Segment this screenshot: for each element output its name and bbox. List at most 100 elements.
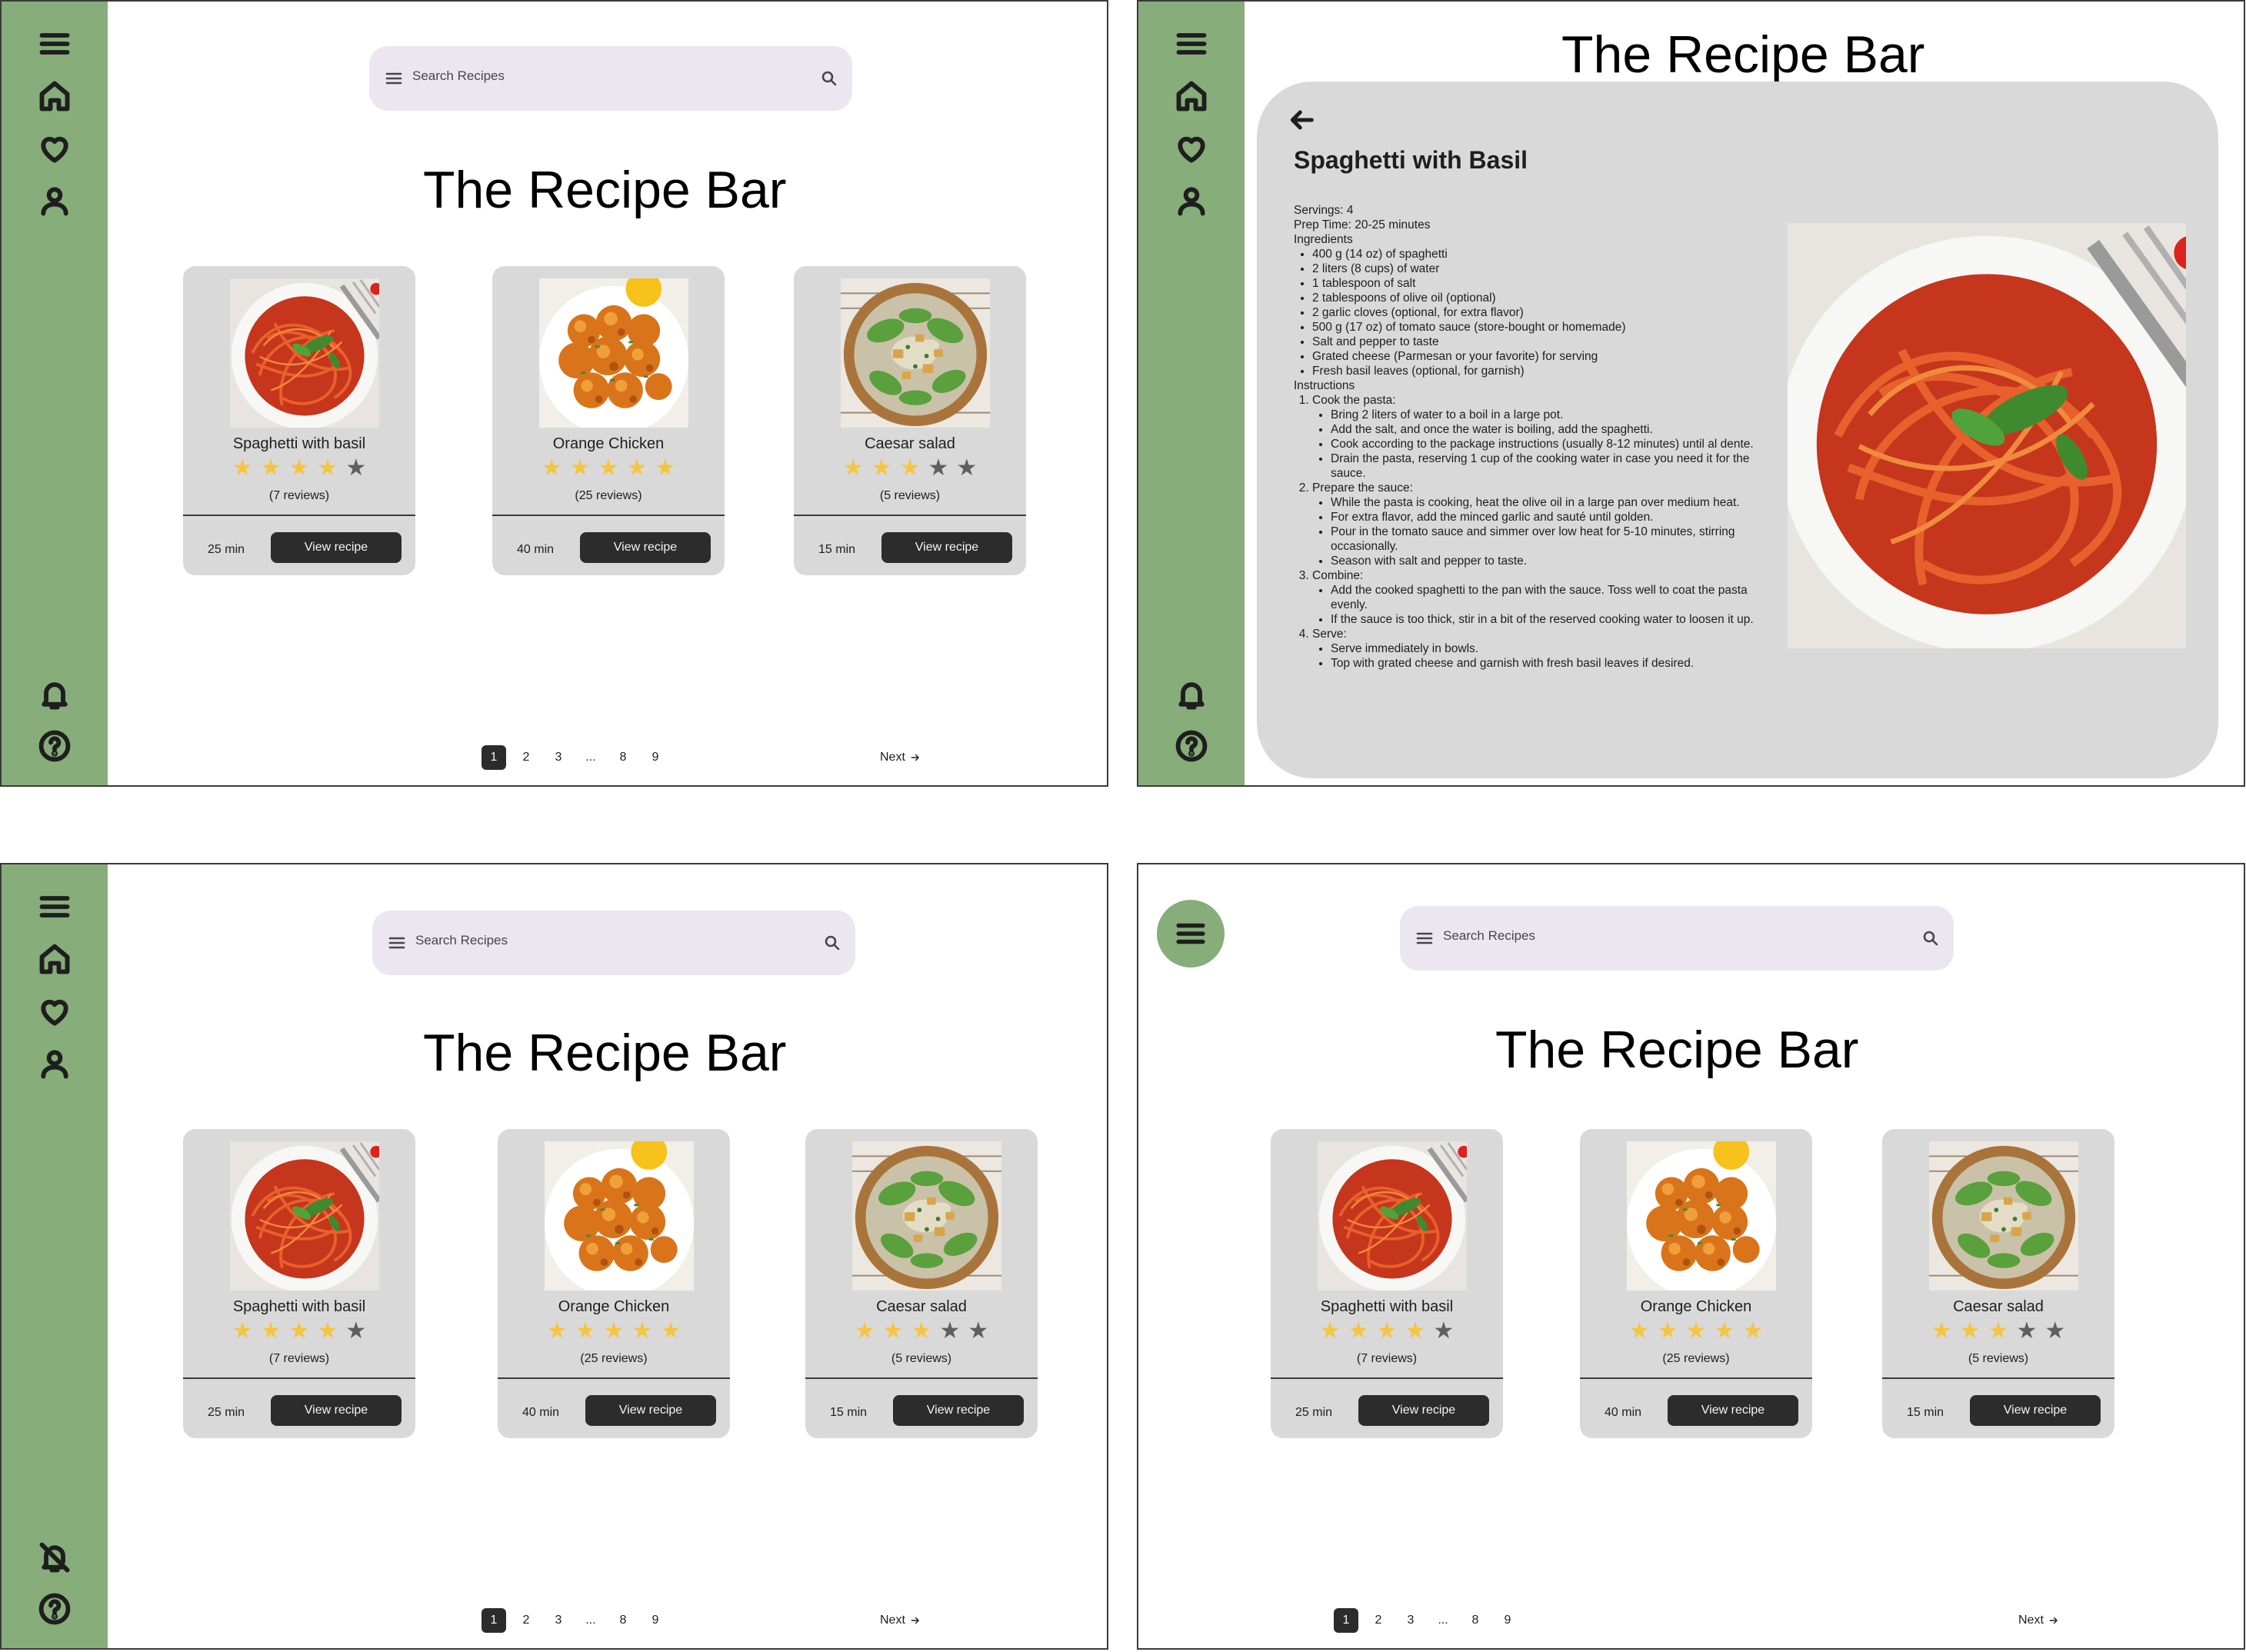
view-recipe-button[interactable]: View recipe [893, 1395, 1024, 1426]
search-menu-icon[interactable] [388, 934, 406, 952]
star-icon: ★ [1319, 1318, 1341, 1344]
page-3-button[interactable]: 3 [1398, 1608, 1423, 1633]
person-icon[interactable] [1172, 182, 1211, 220]
page-9-button[interactable]: 9 [1495, 1608, 1520, 1633]
star-icon: ★ [911, 1318, 932, 1344]
search-bar[interactable]: Search Recipes [1400, 906, 1954, 971]
view-recipe-button[interactable]: View recipe [580, 532, 711, 563]
bell-icon[interactable] [1172, 675, 1211, 714]
search-input[interactable]: Search Recipes [1443, 928, 1535, 944]
rating-stars: ★ ★ ★ ★ ★ [1580, 1320, 1812, 1343]
page-8-button[interactable]: 8 [611, 745, 635, 770]
cook-time: 40 min [517, 543, 555, 556]
recipe-card[interactable]: Orange Chicken ★ ★ ★ ★ ★ (25 reviews) 40 min Vie… [492, 266, 725, 575]
next-page-button[interactable]: Next [2018, 1614, 2059, 1627]
recipe-card[interactable]: Spaghetti with basil ★ ★ ★ ★ ★ (7 reviews) 25 m… [1271, 1129, 1503, 1438]
search-menu-icon[interactable] [385, 69, 403, 88]
back-arrow-icon[interactable] [1286, 105, 1317, 135]
page-title: The Recipe Bar [1495, 1021, 1859, 1079]
rating-stars: ★ ★ ★ ★ ★ [183, 457, 415, 480]
help-icon[interactable] [35, 1590, 74, 1628]
recipe-card[interactable]: Caesar salad ★ ★ ★ ★ ★ (5 reviews) 15 min View r… [794, 266, 1026, 575]
search-bar[interactable]: Search Recipes [372, 911, 855, 975]
instructions-list: Cook the pasta:Bring 2 liters of water t… [1294, 393, 1778, 671]
divider [794, 515, 1026, 516]
star-icon: ★ [598, 455, 619, 481]
star-icon: ★ [842, 455, 864, 481]
next-label: Next [880, 1614, 905, 1627]
star-icon: ★ [1433, 1318, 1455, 1344]
cook-time: 40 min [1605, 1406, 1642, 1419]
home-icon[interactable] [35, 940, 74, 978]
home-icon[interactable] [35, 77, 74, 115]
page-8-button[interactable]: 8 [611, 1608, 635, 1633]
heart-icon[interactable] [1172, 129, 1211, 168]
page-1-button[interactable]: 1 [1334, 1608, 1358, 1633]
heart-icon[interactable] [35, 992, 74, 1031]
search-input[interactable]: Search Recipes [415, 933, 508, 948]
home-icon[interactable] [1172, 77, 1211, 115]
search-icon[interactable] [1921, 929, 1940, 948]
next-page-button[interactable]: Next [880, 751, 921, 764]
rating-stars: ★ ★ ★ ★ ★ [794, 457, 1026, 480]
star-icon: ★ [1376, 1318, 1398, 1344]
recipe-card[interactable]: Spaghetti with basil ★ ★ ★ ★ ★ (7 reviews) 25 m… [183, 266, 415, 575]
view-recipe-button[interactable]: View recipe [585, 1395, 716, 1426]
view-recipe-button[interactable]: View recipe [271, 532, 402, 563]
page-1-button[interactable]: 1 [482, 745, 506, 770]
page-title: The Recipe Bar [423, 161, 787, 219]
rating-stars: ★ ★ ★ ★ ★ [1882, 1320, 2114, 1343]
view-recipe-button[interactable]: View recipe [271, 1395, 402, 1426]
menu-icon[interactable] [35, 25, 74, 63]
search-icon[interactable] [820, 69, 838, 88]
recipe-photo [1788, 223, 2186, 648]
page-2-button[interactable]: 2 [514, 1608, 538, 1633]
spaghetti-image [1315, 1141, 1469, 1291]
page-9-button[interactable]: 9 [643, 1608, 668, 1633]
menu-icon[interactable] [35, 888, 74, 926]
page-3-button[interactable]: 3 [546, 745, 571, 770]
next-page-button[interactable]: Next [880, 1614, 921, 1627]
search-icon[interactable] [823, 934, 841, 952]
search-bar[interactable]: Search Recipes [369, 46, 852, 111]
page-9-button[interactable]: 9 [643, 745, 668, 770]
star-icon: ★ [1685, 1318, 1707, 1344]
page-8-button[interactable]: 8 [1463, 1608, 1488, 1633]
help-icon[interactable] [35, 727, 74, 765]
menu-icon[interactable] [1172, 25, 1211, 63]
recipe-card[interactable]: Caesar salad ★ ★ ★ ★ ★ (5 reviews) 15 min View r… [805, 1129, 1038, 1438]
help-icon[interactable] [1172, 727, 1211, 765]
recipe-name: Orange Chicken [552, 435, 665, 452]
review-count: (25 reviews) [580, 1352, 648, 1365]
person-icon[interactable] [35, 182, 74, 220]
recipe-card[interactable]: Orange Chicken ★ ★ ★ ★ ★ (25 reviews) 40 min Vie… [1580, 1129, 1812, 1438]
recipe-card[interactable]: Orange Chicken ★ ★ ★ ★ ★ (25 reviews) 40 min Vie… [498, 1129, 730, 1438]
page-2-button[interactable]: 2 [1366, 1608, 1391, 1633]
recipe-card[interactable]: Caesar salad ★ ★ ★ ★ ★ (5 reviews) 15 min View r… [1882, 1129, 2114, 1438]
bell-icon[interactable] [35, 675, 74, 714]
person-icon[interactable] [35, 1044, 74, 1083]
star-icon: ★ [626, 455, 648, 481]
view-recipe-button[interactable]: View recipe [1970, 1395, 2101, 1426]
star-icon: ★ [882, 1318, 904, 1344]
star-icon: ★ [660, 1318, 681, 1344]
page-3-button[interactable]: 3 [546, 1608, 571, 1633]
star-icon: ★ [928, 455, 949, 481]
menu-fab[interactable] [1157, 900, 1225, 968]
star-icon: ★ [603, 1318, 625, 1344]
page-2-button[interactable]: 2 [514, 745, 538, 770]
search-menu-icon[interactable] [1415, 929, 1434, 948]
star-icon: ★ [939, 1318, 961, 1344]
next-label: Next [880, 751, 905, 764]
search-input[interactable]: Search Recipes [412, 68, 505, 84]
recipe-card[interactable]: Spaghetti with basil ★ ★ ★ ★ ★ (7 reviews) 25 m… [183, 1129, 415, 1438]
star-icon: ★ [1628, 1318, 1650, 1344]
view-recipe-button[interactable]: View recipe [1668, 1395, 1798, 1426]
heart-icon[interactable] [35, 129, 74, 168]
view-recipe-button[interactable]: View recipe [1358, 1395, 1489, 1426]
star-icon: ★ [345, 455, 367, 481]
view-recipe-button[interactable]: View recipe [881, 532, 1012, 563]
rating-stars: ★ ★ ★ ★ ★ [492, 457, 725, 480]
bell-off-icon[interactable] [35, 1538, 74, 1577]
page-1-button[interactable]: 1 [482, 1608, 506, 1633]
